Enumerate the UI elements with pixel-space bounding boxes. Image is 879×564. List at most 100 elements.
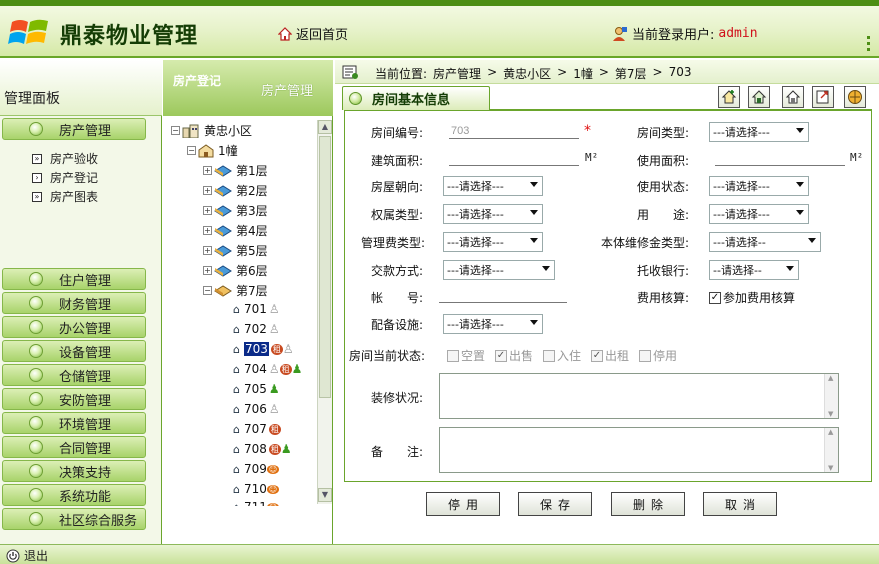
tree-node-floor[interactable]: + 第2层 — [203, 182, 268, 199]
breadcrumb-item[interactable]: 房产管理 — [433, 65, 481, 82]
ownership-select[interactable]: ---请选择--- — [443, 204, 543, 224]
status-checkbox-disabled[interactable]: 停用 — [639, 347, 677, 364]
mgmt-fee-type-select[interactable]: ---请选择--- — [443, 232, 543, 252]
pay-method-select[interactable]: ---请选择--- — [443, 260, 555, 280]
tree-node-room[interactable]: ⌂ 702 ♙ — [233, 322, 280, 336]
nav-section-finance[interactable]: 财务管理 — [2, 292, 146, 314]
status-checkbox-occupied[interactable]: 入住 — [543, 347, 581, 364]
tree-node-floor[interactable]: + 第4层 — [203, 222, 268, 239]
tree-node-building[interactable]: − 1幢 — [187, 142, 238, 159]
orientation-select[interactable]: ---请选择--- — [443, 176, 543, 196]
textarea-scrollbar[interactable] — [824, 428, 838, 472]
tree-node-room[interactable]: ⌂ 704 ♙ 租 ♟ — [233, 362, 302, 376]
add-room-button[interactable] — [718, 86, 740, 108]
scroll-down-icon[interactable]: ▼ — [318, 488, 332, 502]
nav-section-security[interactable]: 安防管理 — [2, 388, 146, 410]
sold-face-icon: ☺ — [266, 464, 280, 474]
room-no-input[interactable] — [449, 123, 579, 139]
tree-node-label: 黄忠小区 — [204, 124, 253, 138]
fee-calc-checkbox[interactable]: ✓ 参加费用核算 — [709, 289, 795, 306]
nav-section-equipment[interactable]: 设备管理 — [2, 340, 146, 362]
tree-node-floor-open[interactable]: − 第7层 — [203, 282, 268, 299]
scroll-up-icon[interactable]: ▲ — [318, 120, 332, 134]
tree-node-room[interactable]: ⌂ 707 租 — [233, 422, 281, 436]
chevron-down-icon — [530, 238, 538, 243]
textarea-scrollbar[interactable] — [824, 374, 838, 418]
use-status-select[interactable]: ---请选择--- — [709, 176, 809, 196]
checkbox-checked-icon: ✓ — [495, 349, 507, 362]
build-area-input[interactable] — [449, 150, 579, 166]
nav-section-contracts[interactable]: 合同管理 — [2, 436, 146, 458]
logout-button[interactable]: 退出 — [6, 547, 48, 564]
breadcrumb-separator: > — [487, 65, 498, 79]
tree-node-room-selected[interactable]: ⌂ 703 租 ♙ — [233, 342, 294, 356]
breadcrumb-item[interactable]: 第7层 — [615, 65, 647, 82]
select-value: ---请选择--- — [447, 236, 504, 249]
breadcrumb-separator: > — [652, 65, 663, 79]
status-checkbox-vacant[interactable]: 空置 — [447, 347, 485, 364]
nav-section-property[interactable]: 房产管理 — [2, 118, 146, 140]
status-checkbox-rented[interactable]: ✓ 出租 — [591, 347, 629, 364]
tree-node-floor[interactable]: + 第6层 — [203, 262, 268, 279]
house-icon: ⌂ — [233, 402, 240, 416]
scroll-thumb[interactable] — [319, 136, 331, 398]
tree-node-room[interactable]: ⌂ 701 ♙ — [233, 302, 280, 316]
tree-node-room[interactable]: ⌂ 711☺ — [233, 500, 280, 506]
facilities-select[interactable]: ---请选择--- — [443, 314, 543, 334]
expand-icon: + — [203, 266, 212, 275]
person-grey-icon: ♙ — [268, 362, 280, 376]
tree-node-floor[interactable]: + 第5层 — [203, 242, 268, 259]
form-title: 房间基本信息 — [372, 93, 451, 108]
nav-section-storage[interactable]: 仓储管理 — [2, 364, 146, 386]
select-value: ---请选择--- — [447, 318, 504, 331]
tree-node-room[interactable]: ⌂ 709 ☺ — [233, 462, 280, 476]
tree-scrollbar[interactable]: ▲ ▼ — [317, 120, 332, 504]
breadcrumb-item[interactable]: 黄忠小区 — [503, 65, 551, 82]
bank-select[interactable]: --请选择-- — [709, 260, 799, 280]
tree-node-room[interactable]: ⌂ 705 ♟ — [233, 382, 280, 396]
tree-node-label: 710 — [243, 482, 267, 496]
status-checkbox-sold[interactable]: ✓ 出售 — [495, 347, 533, 364]
nav-sub-acceptance[interactable]: » 房产验收 — [32, 150, 98, 167]
chevron-down-icon — [530, 182, 538, 187]
use-area-input[interactable] — [715, 150, 845, 166]
account-input[interactable] — [439, 287, 567, 303]
save-button[interactable]: 保存 — [518, 492, 592, 516]
disable-button[interactable]: 停用 — [426, 492, 500, 516]
tree-node-floor[interactable]: + 第1层 — [203, 162, 268, 179]
tree-node-floor[interactable]: + 第3层 — [203, 202, 268, 219]
decoration-textarea[interactable] — [439, 373, 839, 419]
maint-fund-type-select[interactable]: ---请选择-- — [709, 232, 821, 252]
nav-section-office[interactable]: 办公管理 — [2, 316, 146, 338]
left-nav-panel: 管理面板 房产管理 » 房产验收 › 房产登记 » 房产图表 住户管理 财务管理… — [0, 60, 162, 546]
nav-section-decision[interactable]: 决策支持 — [2, 460, 146, 482]
form-tab[interactable]: 房间基本信息 — [342, 86, 490, 110]
nav-section-environment[interactable]: 环境管理 — [2, 412, 146, 434]
home-room-button[interactable] — [782, 86, 804, 108]
edit-room-button[interactable] — [748, 86, 770, 108]
nav-section-system[interactable]: 系统功能 — [2, 484, 146, 506]
delete-button[interactable]: 删除 — [611, 492, 685, 516]
bullet-icon — [29, 464, 43, 478]
nav-sub-registration[interactable]: › 房产登记 — [32, 169, 98, 186]
nav-section-residents[interactable]: 住户管理 — [2, 268, 146, 290]
collapse-icon: − — [171, 126, 180, 135]
room-type-select[interactable]: ---请选择--- — [709, 122, 809, 142]
nav-section-community[interactable]: 社区综合服务 — [2, 508, 146, 530]
nav-sub-charts[interactable]: » 房产图表 — [32, 188, 98, 205]
tab-property-registration[interactable]: 房产登记 — [173, 72, 221, 89]
breadcrumb-separator: > — [598, 65, 609, 79]
help-button[interactable] — [844, 86, 866, 108]
usage-select[interactable]: ---请选择--- — [709, 204, 809, 224]
cancel-button[interactable]: 取消 — [703, 492, 777, 516]
logout-label: 退出 — [24, 549, 49, 563]
breadcrumb-item[interactable]: 1幢 — [573, 65, 593, 82]
remarks-textarea[interactable] — [439, 427, 839, 473]
tree-node-room[interactable]: ⌂ 706 ♙ — [233, 402, 280, 416]
tree-node-room[interactable]: ⌂ 710 ☺ — [233, 482, 280, 496]
person-green-icon: ♟ — [291, 362, 303, 376]
home-link[interactable]: 返回首页 — [278, 24, 348, 43]
tree-node-room[interactable]: ⌂ 708 租 ♟ — [233, 442, 292, 456]
export-button[interactable] — [812, 86, 834, 108]
tree-node-community[interactable]: − 黄忠小区 — [171, 122, 252, 139]
